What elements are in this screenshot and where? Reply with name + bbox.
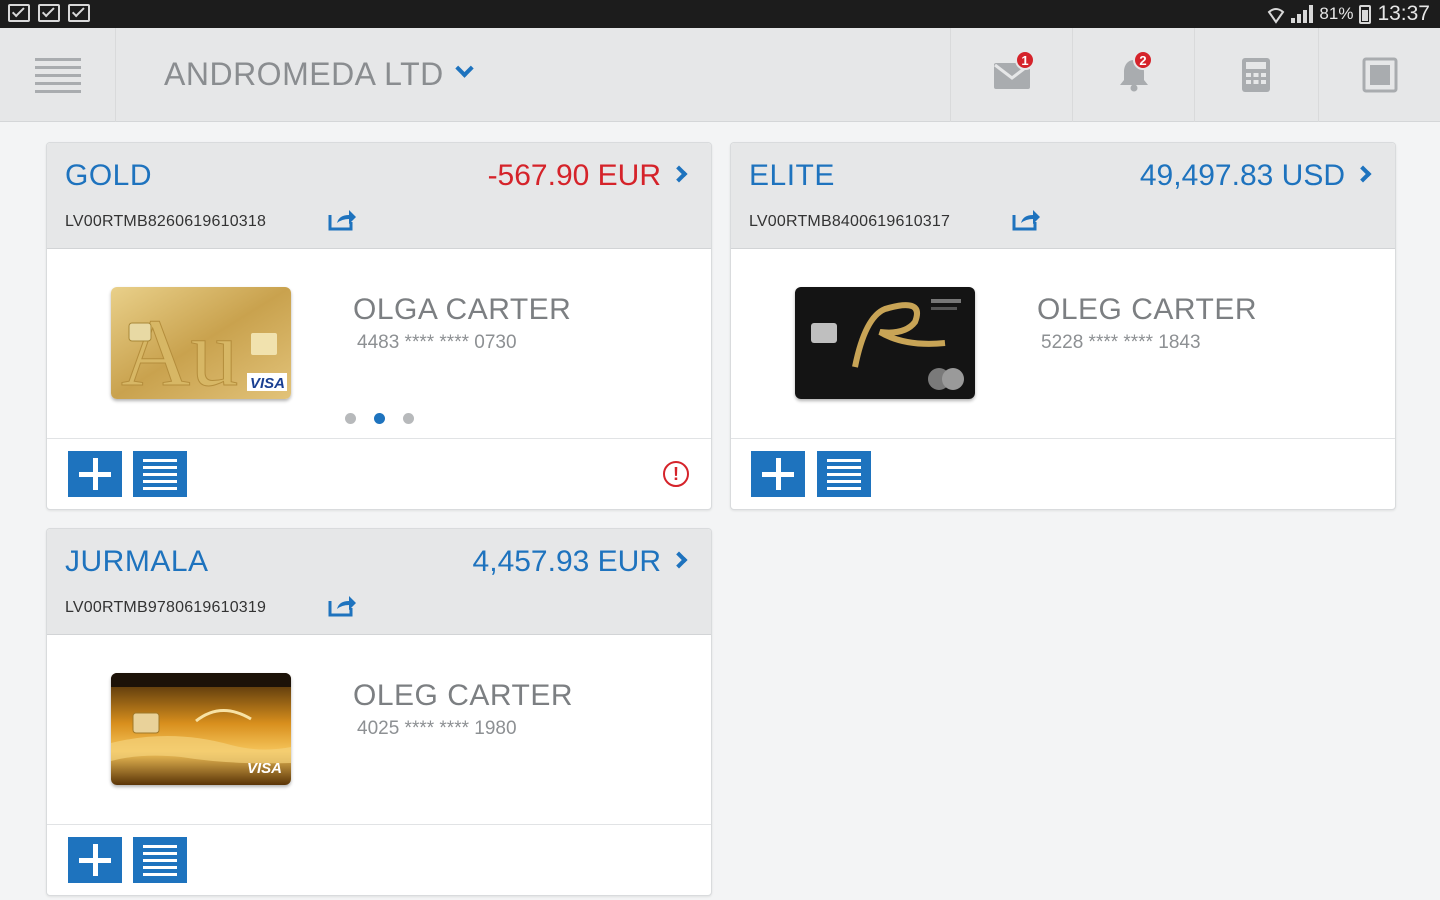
list-icon	[827, 458, 861, 490]
account-actions	[731, 439, 1395, 509]
card-number: 4025 **** **** 1980	[357, 718, 517, 739]
chevron-right-icon[interactable]	[670, 551, 688, 569]
statement-button[interactable]	[817, 451, 871, 497]
alert-icon[interactable]: !	[663, 461, 689, 487]
card-image-gold[interactable]: Au VISA	[111, 287, 291, 399]
carousel-dot[interactable]	[403, 413, 414, 424]
battery-percent: 81%	[1319, 4, 1354, 23]
calculator-icon	[1241, 58, 1270, 92]
card-number: 5228 **** **** 1843	[1041, 332, 1201, 353]
account-header: GOLD -567.90 EUR LV00RTMB8260619610318	[47, 143, 711, 249]
card-carousel[interactable]: Au VISA OLGA CARTER 4483 **** **** 0730	[47, 249, 711, 439]
notifications-button[interactable]: 2	[1072, 28, 1194, 122]
tablet-button[interactable]	[1318, 28, 1440, 122]
signal-icon	[1291, 5, 1314, 23]
card-brand-label: VISA	[247, 760, 282, 777]
account-name: JURMALA	[65, 545, 209, 578]
carousel-dot-active[interactable]	[374, 413, 385, 424]
carousel-dot[interactable]	[345, 413, 356, 424]
photos-icon	[38, 4, 60, 22]
chevron-right-icon[interactable]	[670, 165, 688, 183]
account-balance[interactable]: 49,497.83 USD	[1140, 159, 1345, 193]
account-header: JURMALA 4,457.93 EUR LV00RTMB97806196103…	[47, 529, 711, 635]
notification-icons	[8, 4, 90, 22]
statement-button[interactable]	[133, 451, 187, 497]
account-balance[interactable]: 4,457.93 EUR	[473, 545, 661, 579]
card-image-jurmala[interactable]: VISA	[111, 673, 291, 785]
account-card-gold: GOLD -567.90 EUR LV00RTMB8260619610318 A…	[46, 142, 712, 510]
card-carousel[interactable]: VISA OLEG CARTER 4025 **** **** 1980	[47, 635, 711, 825]
notifications-badge: 2	[1133, 50, 1153, 70]
battery-icon	[1359, 4, 1372, 24]
photos-icon	[68, 4, 90, 22]
list-icon	[143, 458, 177, 490]
menu-button[interactable]	[0, 28, 116, 122]
share-icon[interactable]	[327, 207, 357, 231]
account-balance[interactable]: -567.90 EUR	[488, 159, 661, 193]
status-bar: 81% 13:37	[0, 0, 1440, 28]
system-tray: 81% 13:37	[1267, 2, 1430, 26]
chevron-down-icon	[455, 59, 474, 78]
messages-badge: 1	[1015, 50, 1035, 70]
app-bar: ANDROMEDA LTD 1 2	[0, 28, 1440, 122]
menu-icon	[34, 57, 81, 61]
account-iban: LV00RTMB9780619610319	[65, 599, 267, 616]
card-holder: OLEG CARTER	[1037, 293, 1257, 326]
tablet-icon	[1362, 57, 1397, 93]
chevron-right-icon[interactable]	[1354, 165, 1372, 183]
account-card-elite: ELITE 49,497.83 USD LV00RTMB840061961031…	[730, 142, 1396, 510]
statement-button[interactable]	[133, 837, 187, 883]
account-name: GOLD	[65, 159, 153, 192]
company-name: ANDROMEDA LTD	[164, 56, 444, 92]
card-holder: OLEG CARTER	[353, 679, 573, 712]
account-header: ELITE 49,497.83 USD LV00RTMB840061961031…	[731, 143, 1395, 249]
card-brand-label: VISA	[250, 375, 285, 392]
account-iban: LV00RTMB8260619610318	[65, 213, 267, 230]
card-holder: OLGA CARTER	[353, 293, 572, 326]
account-actions: !	[47, 439, 711, 509]
card-number: 4483 **** **** 0730	[357, 332, 517, 353]
card-image-black[interactable]	[795, 287, 975, 399]
company-selector[interactable]: ANDROMEDA LTD	[164, 56, 474, 93]
add-button[interactable]	[68, 837, 122, 883]
account-card-jurmala: JURMALA 4,457.93 EUR LV00RTMB97806196103…	[46, 528, 712, 896]
share-icon[interactable]	[1011, 207, 1041, 231]
share-icon[interactable]	[327, 593, 357, 617]
add-button[interactable]	[68, 451, 122, 497]
account-name: ELITE	[749, 159, 835, 192]
list-icon	[143, 844, 177, 876]
calculator-button[interactable]	[1194, 28, 1316, 122]
card-carousel[interactable]: OLEG CARTER 5228 **** **** 1843	[731, 249, 1395, 439]
clock: 13:37	[1377, 2, 1430, 25]
svg-text:Au: Au	[121, 299, 238, 399]
account-iban: LV00RTMB8400619610317	[749, 213, 951, 230]
gmail-icon	[8, 4, 30, 22]
add-button[interactable]	[751, 451, 805, 497]
wifi-icon	[1268, 8, 1285, 24]
carousel-indicator	[345, 413, 414, 424]
account-actions	[47, 825, 711, 895]
messages-button[interactable]: 1	[950, 28, 1072, 122]
